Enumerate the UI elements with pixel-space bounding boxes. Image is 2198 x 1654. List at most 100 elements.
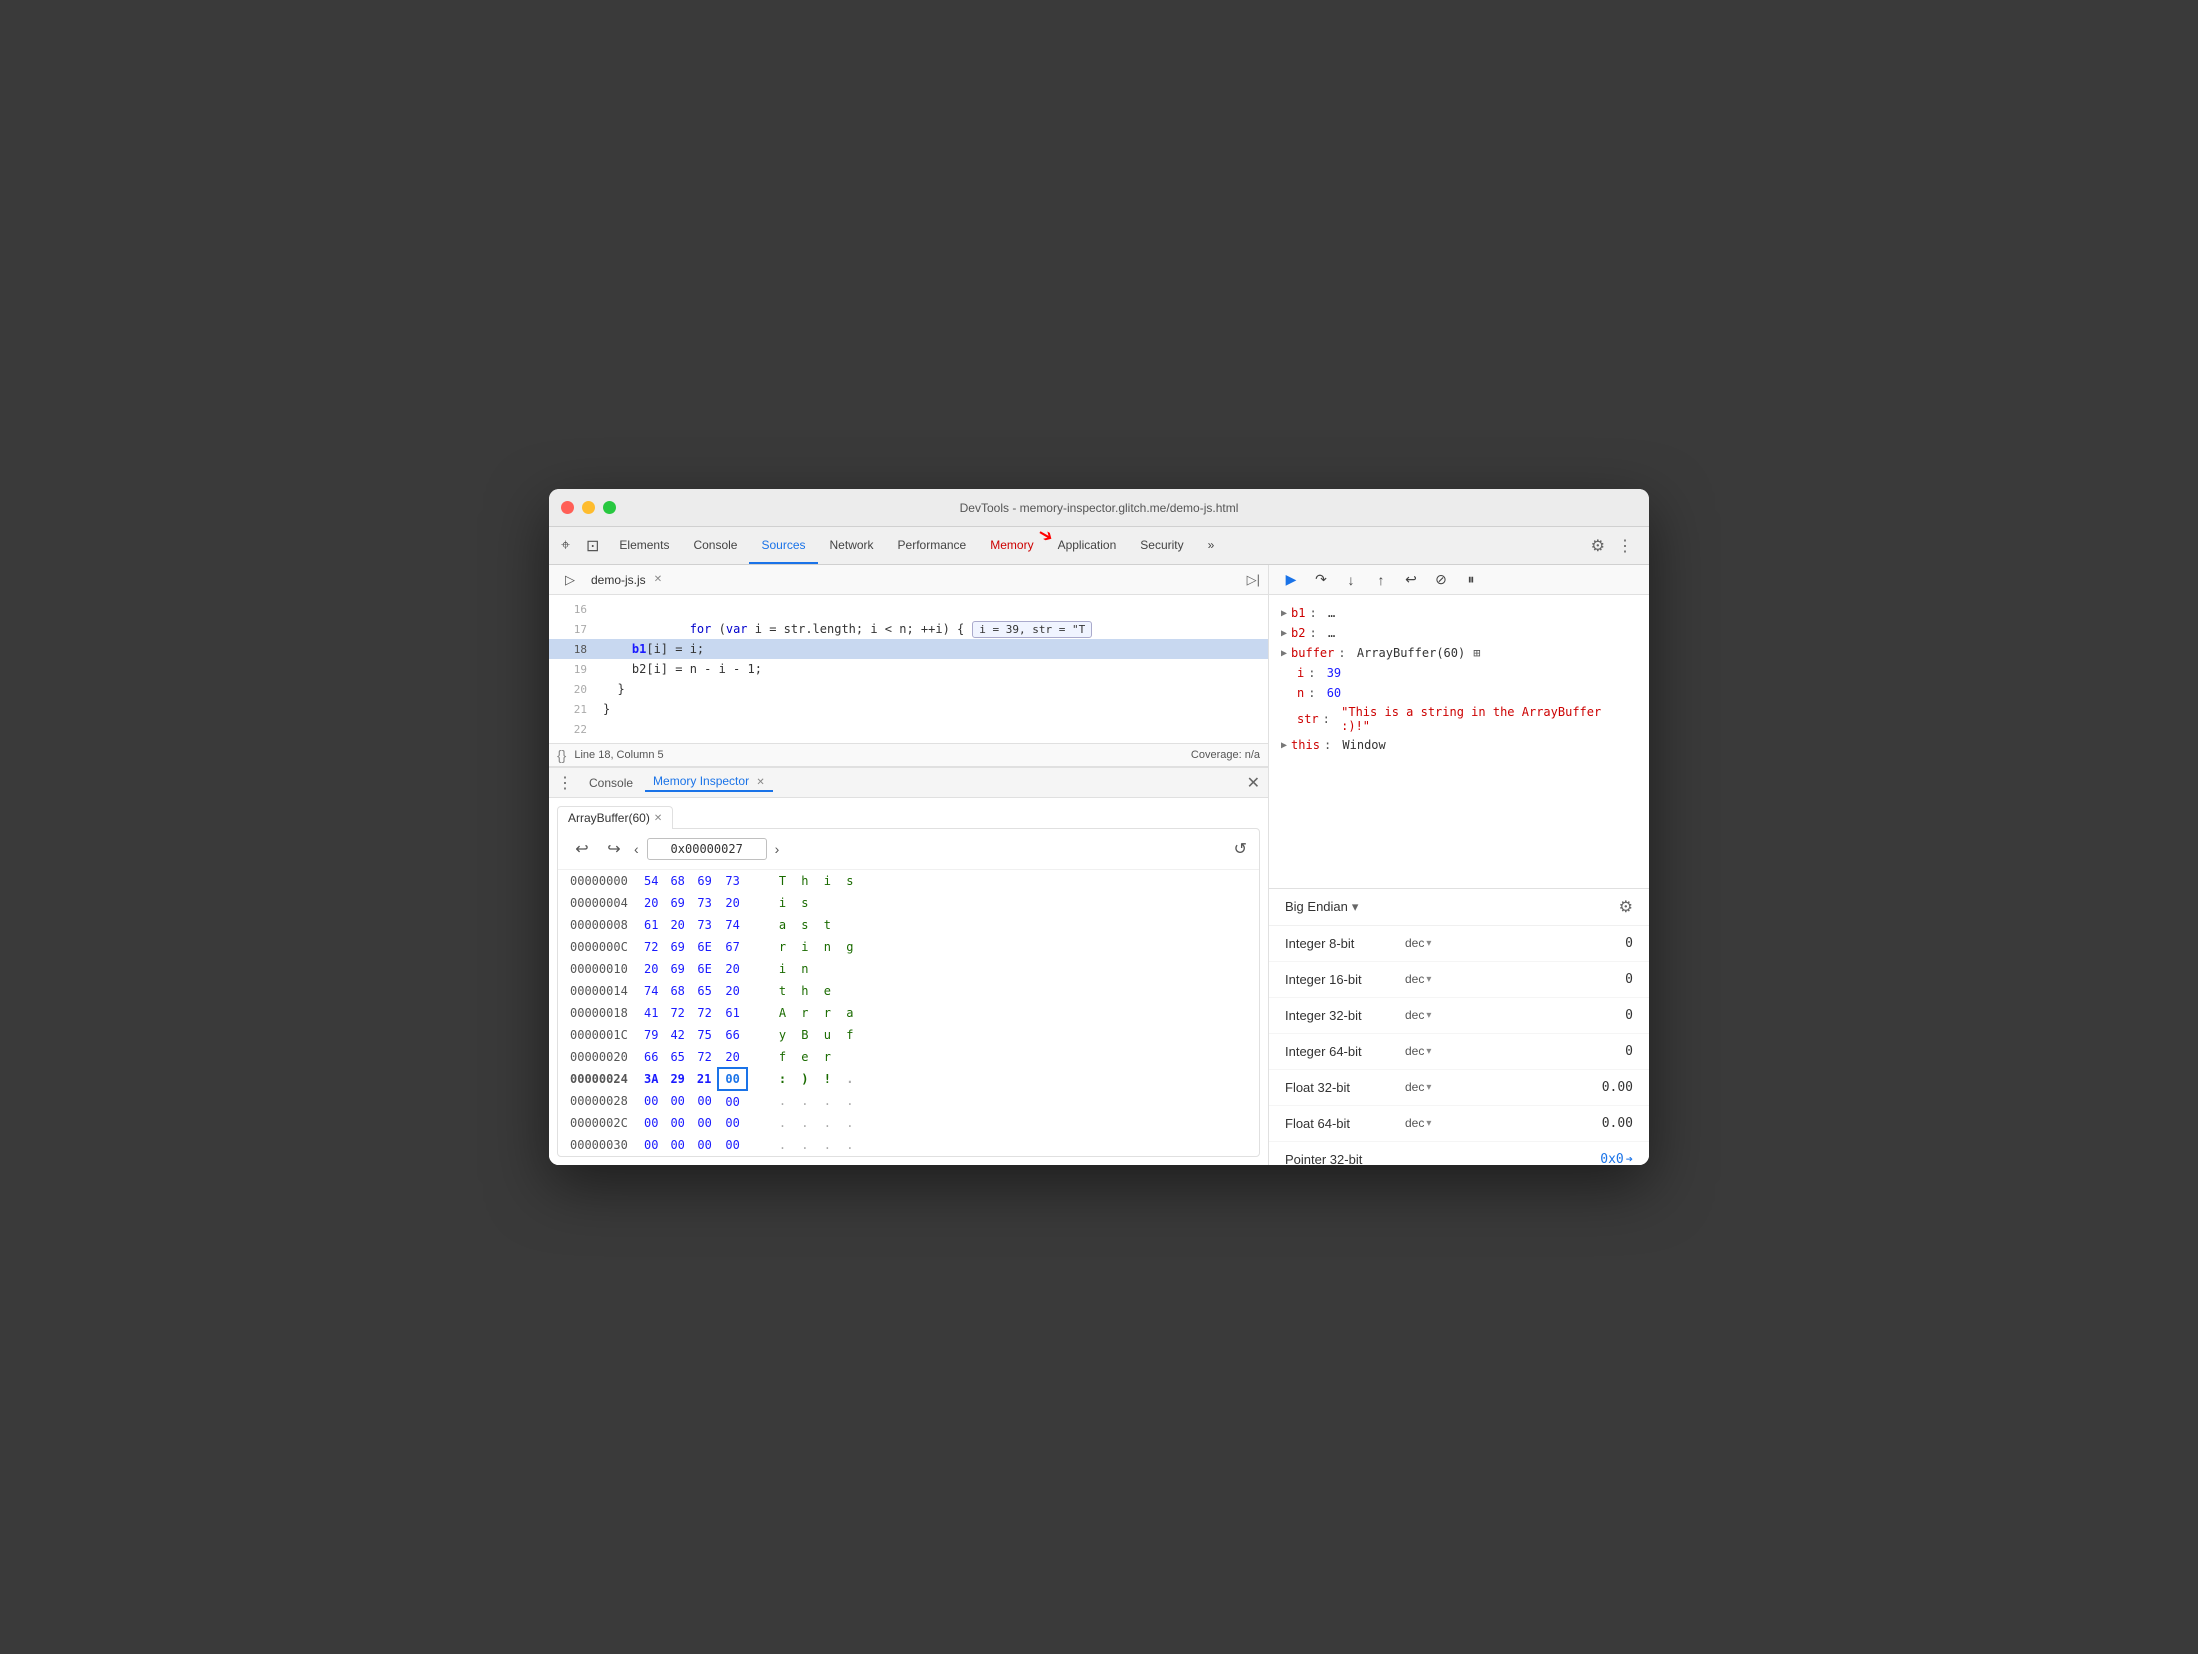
hex-cell-1-0[interactable]: 20 — [638, 892, 664, 914]
tab-security[interactable]: Security — [1128, 527, 1195, 564]
panel-menu-icon[interactable]: ⋮ — [557, 773, 573, 793]
hex-cell-2-1[interactable]: 20 — [664, 914, 690, 936]
hex-cell-11-0[interactable]: 00 — [638, 1112, 664, 1134]
hex-cell-9-1[interactable]: 29 — [664, 1068, 690, 1090]
hex-cell-4-1[interactable]: 69 — [664, 958, 690, 980]
hex-cell-2-0[interactable]: 61 — [638, 914, 664, 936]
hex-cell-9-0[interactable]: 3A — [638, 1068, 664, 1090]
inspect-memory-icon[interactable]: ⊞ — [1473, 646, 1480, 660]
hex-cell-11-2[interactable]: 00 — [691, 1112, 718, 1134]
vi-format-2[interactable]: dec ▾ — [1405, 1008, 1465, 1022]
hex-cell-4-2[interactable]: 6E — [691, 958, 718, 980]
pretty-print-icon[interactable]: {} — [557, 747, 566, 763]
memory-address-input[interactable] — [647, 838, 767, 860]
step-btn[interactable]: ↩ — [1397, 566, 1425, 594]
array-buffer-tab-close[interactable]: ✕ — [654, 813, 662, 824]
tab-performance[interactable]: Performance — [886, 527, 979, 564]
hex-cell-2-3[interactable]: 74 — [718, 914, 746, 936]
bottom-panel-close[interactable]: ✕ — [1247, 773, 1260, 793]
hex-cell-11-1[interactable]: 00 — [664, 1112, 690, 1134]
hex-cell-12-0[interactable]: 00 — [638, 1134, 664, 1156]
pause-on-exception-btn[interactable]: ⏸ — [1457, 566, 1485, 594]
step-into-btn[interactable]: ↓ — [1337, 566, 1365, 594]
hex-cell-10-1[interactable]: 00 — [664, 1090, 690, 1112]
hex-cell-5-2[interactable]: 65 — [691, 980, 718, 1002]
hex-cell-3-2[interactable]: 6E — [691, 936, 718, 958]
hex-cell-6-0[interactable]: 41 — [638, 1002, 664, 1024]
tab-console[interactable]: Console — [681, 527, 749, 564]
drawer-icon[interactable]: ⊡ — [578, 527, 607, 564]
vi-format-0[interactable]: dec ▾ — [1405, 936, 1465, 950]
hex-cell-12-1[interactable]: 00 — [664, 1134, 690, 1156]
hex-cell-9-2[interactable]: 21 — [691, 1068, 718, 1090]
vi-link-6[interactable]: 0x0 ➔ — [1600, 1152, 1633, 1166]
hex-cell-7-3[interactable]: 66 — [718, 1024, 746, 1046]
hex-cell-0-1[interactable]: 68 — [664, 870, 690, 892]
scope-arrow-b1[interactable]: ▶ — [1281, 608, 1287, 619]
hex-cell-5-3[interactable]: 20 — [718, 980, 746, 1002]
source-file-close[interactable]: ✕ — [654, 574, 662, 585]
hex-cell-3-3[interactable]: 67 — [718, 936, 746, 958]
hex-cell-0-2[interactable]: 69 — [691, 870, 718, 892]
hex-cell-1-1[interactable]: 69 — [664, 892, 690, 914]
tab-application[interactable]: Application — [1046, 527, 1129, 564]
hex-cell-0-3[interactable]: 73 — [718, 870, 746, 892]
memory-back-btn[interactable]: ↩ — [570, 837, 594, 861]
scope-arrow-b2[interactable]: ▶ — [1281, 628, 1287, 639]
step-out-btn[interactable]: ↑ — [1367, 566, 1395, 594]
memory-inspector-close[interactable]: ✕ — [756, 777, 764, 788]
hex-cell-8-2[interactable]: 72 — [691, 1046, 718, 1068]
hex-cell-1-3[interactable]: 20 — [718, 892, 746, 914]
close-button[interactable] — [561, 501, 574, 514]
hex-cell-11-3[interactable]: 00 — [718, 1112, 746, 1134]
hex-cell-12-3[interactable]: 00 — [718, 1134, 746, 1156]
tab-elements[interactable]: Elements — [607, 527, 681, 564]
settings-icon[interactable]: ⚙ — [1587, 532, 1609, 560]
hex-cell-0-0[interactable]: 54 — [638, 870, 664, 892]
sources-sidebar-toggle[interactable]: ▷ — [557, 572, 583, 588]
array-buffer-tab[interactable]: ArrayBuffer(60) ✕ — [557, 806, 673, 829]
hex-cell-7-1[interactable]: 42 — [664, 1024, 690, 1046]
hex-cell-10-2[interactable]: 00 — [691, 1090, 718, 1112]
hex-cell-7-2[interactable]: 75 — [691, 1024, 718, 1046]
hex-cell-10-0[interactable]: 00 — [638, 1090, 664, 1112]
hex-cell-3-0[interactable]: 72 — [638, 936, 664, 958]
hex-cell-3-1[interactable]: 69 — [664, 936, 690, 958]
tab-sources[interactable]: Sources — [749, 527, 817, 564]
minimize-button[interactable] — [582, 501, 595, 514]
hex-cell-4-3[interactable]: 20 — [718, 958, 746, 980]
memory-next-btn[interactable]: › — [775, 841, 780, 857]
hex-cell-6-2[interactable]: 72 — [691, 1002, 718, 1024]
hex-cell-5-0[interactable]: 74 — [638, 980, 664, 1002]
hex-cell-5-1[interactable]: 68 — [664, 980, 690, 1002]
hex-cell-8-1[interactable]: 65 — [664, 1046, 690, 1068]
tab-memory[interactable]: Memory ➔ — [978, 527, 1045, 564]
tab-memory-inspector[interactable]: Memory Inspector ✕ — [645, 774, 773, 792]
more-options-icon[interactable]: ⋮ — [1613, 532, 1637, 560]
step-over-btn[interactable]: ↷ — [1307, 566, 1335, 594]
tab-console-bottom[interactable]: Console — [581, 776, 641, 790]
hex-cell-1-2[interactable]: 73 — [691, 892, 718, 914]
hex-cell-12-2[interactable]: 00 — [691, 1134, 718, 1156]
hex-cell-9-3[interactable]: 00 — [718, 1068, 746, 1090]
hex-cell-7-0[interactable]: 79 — [638, 1024, 664, 1046]
hex-cell-8-3[interactable]: 20 — [718, 1046, 746, 1068]
hex-cell-6-3[interactable]: 61 — [718, 1002, 746, 1024]
tab-network[interactable]: Network — [818, 527, 886, 564]
memory-refresh-btn[interactable]: ↺ — [1234, 839, 1247, 859]
endian-selector[interactable]: Big Endian ▾ — [1285, 899, 1358, 915]
scope-arrow-buffer[interactable]: ▶ — [1281, 648, 1287, 659]
memory-forward-btn[interactable]: ↪ — [602, 837, 626, 861]
memory-prev-btn[interactable]: ‹ — [634, 841, 639, 857]
hex-cell-8-0[interactable]: 66 — [638, 1046, 664, 1068]
vi-settings-icon[interactable]: ⚙ — [1619, 897, 1633, 917]
hex-cell-10-3[interactable]: 00 — [718, 1090, 746, 1112]
format-icon[interactable]: ▷| — [1247, 572, 1260, 588]
vi-format-4[interactable]: dec ▾ — [1405, 1080, 1465, 1094]
vi-format-3[interactable]: dec ▾ — [1405, 1044, 1465, 1058]
scope-arrow-this[interactable]: ▶ — [1281, 740, 1287, 751]
resume-btn[interactable]: ▶ — [1277, 566, 1305, 594]
cursor-icon[interactable]: ⌖ — [553, 527, 578, 564]
deactivate-breakpoints-btn[interactable]: ⊘ — [1427, 566, 1455, 594]
hex-cell-6-1[interactable]: 72 — [664, 1002, 690, 1024]
